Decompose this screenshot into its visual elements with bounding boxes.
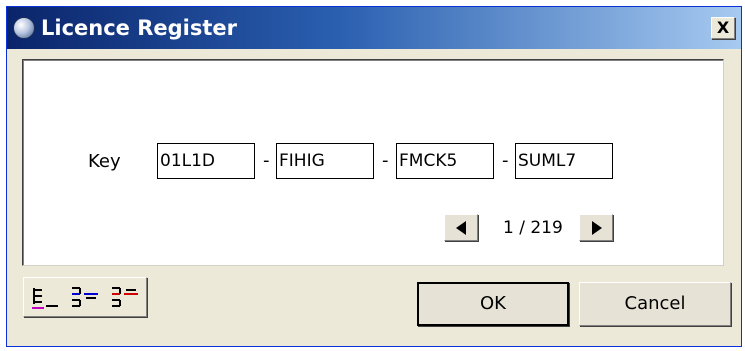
- next-page-button[interactable]: [579, 214, 613, 241]
- key-label: Key: [88, 151, 121, 172]
- licence-register-dialog: Licence Register X Key 01L1D - FIHIG - F…: [6, 6, 742, 347]
- close-button[interactable]: X: [711, 17, 735, 39]
- align-center-button[interactable]: [68, 282, 102, 312]
- key-separator: -: [382, 150, 389, 171]
- ok-button[interactable]: OK: [417, 282, 569, 326]
- page-indicator: 1 / 219: [503, 218, 563, 238]
- align-bottom-button[interactable]: [28, 282, 62, 312]
- key-segment-1-input[interactable]: 01L1D: [157, 143, 255, 179]
- globe-icon: [13, 17, 35, 39]
- key-separator: -: [263, 150, 270, 171]
- key-segment-3-input[interactable]: FMCK5: [396, 143, 494, 179]
- cancel-button[interactable]: Cancel: [579, 282, 731, 326]
- key-separator: -: [502, 150, 509, 171]
- align-center-icon: [72, 287, 98, 307]
- alignment-toolbar: [23, 277, 147, 317]
- align-top-icon: [112, 287, 138, 307]
- arrow-right-icon: [592, 221, 602, 235]
- previous-page-button[interactable]: [444, 214, 478, 241]
- align-top-button[interactable]: [108, 282, 142, 312]
- arrow-left-icon: [456, 221, 466, 235]
- licence-key-panel: Key 01L1D - FIHIG - FMCK5 - SUML7 1 / 21…: [22, 59, 724, 266]
- key-segment-4-input[interactable]: SUML7: [515, 143, 613, 179]
- key-segment-2-input[interactable]: FIHIG: [276, 143, 374, 179]
- align-bottom-icon: [32, 288, 58, 309]
- window-title: Licence Register: [41, 16, 238, 40]
- title-bar[interactable]: Licence Register X: [7, 7, 741, 49]
